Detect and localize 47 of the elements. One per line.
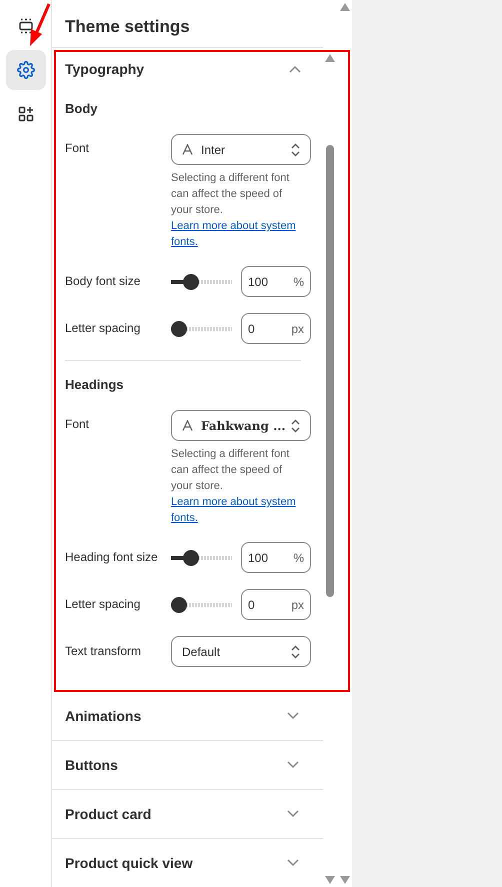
field-label: Text transform [65, 644, 142, 658]
help-text: Selecting a different font can affect the speed of your store. [171, 171, 290, 218]
select-arrows-icon [291, 418, 300, 432]
sidebar-tab[interactable] [6, 50, 46, 90]
scroll-up-icon[interactable] [340, 3, 350, 11]
section-header[interactable]: Buttons [52, 741, 323, 790]
slider-thumb[interactable] [171, 596, 187, 612]
slider-thumb[interactable] [183, 274, 200, 290]
select-arrows-icon [291, 644, 300, 658]
font-letter-icon [182, 420, 193, 431]
section-header[interactable]: Product card [52, 790, 323, 839]
slider-thumb[interactable] [183, 550, 200, 566]
chevron-down-icon [287, 761, 299, 769]
scrollbar-thumb[interactable] [326, 145, 334, 597]
font-picker[interactable]: Fahkwang ... [171, 410, 311, 441]
apps-icon [18, 106, 34, 122]
number-field[interactable]: 0 px [241, 589, 311, 620]
number-field[interactable]: 100 % [241, 542, 311, 573]
panel-title: Theme settings [65, 17, 190, 36]
section-header[interactable]: Typography [65, 52, 312, 86]
field-label: Font [65, 141, 90, 155]
settings-icon [16, 61, 34, 79]
chevron-down-icon [287, 859, 299, 867]
group-heading: Body [65, 100, 98, 118]
chevron-up-icon [289, 65, 301, 73]
section-header[interactable]: Product quick view [52, 839, 323, 887]
field-label: Heading font size [65, 550, 158, 564]
help-text: Selecting a different font can affect the speed of your store. [171, 447, 290, 494]
chevron-down-icon [287, 810, 299, 818]
scroll-up-icon[interactable] [325, 54, 335, 62]
select-arrows-icon [291, 142, 300, 156]
select-field[interactable]: Default [171, 636, 311, 667]
field-label: Letter spacing [65, 597, 140, 611]
field-label: Body font size [65, 274, 140, 288]
font-picker[interactable]: Inter [171, 134, 311, 165]
help-link[interactable]: Learn more about system fonts. [171, 494, 311, 526]
field-label: Letter spacing [65, 321, 140, 335]
sections-icon [18, 18, 34, 34]
chevron-down-icon [287, 712, 299, 720]
group-heading: Headings [65, 376, 125, 394]
font-letter-icon [182, 144, 193, 155]
help-link[interactable]: Learn more about system fonts. [171, 218, 311, 250]
number-field[interactable]: 0 px [241, 313, 311, 344]
section-header[interactable]: Animations [52, 692, 323, 741]
slider-thumb[interactable] [171, 320, 187, 336]
number-field[interactable]: 100 % [241, 266, 311, 297]
field-label: Font [65, 417, 90, 431]
